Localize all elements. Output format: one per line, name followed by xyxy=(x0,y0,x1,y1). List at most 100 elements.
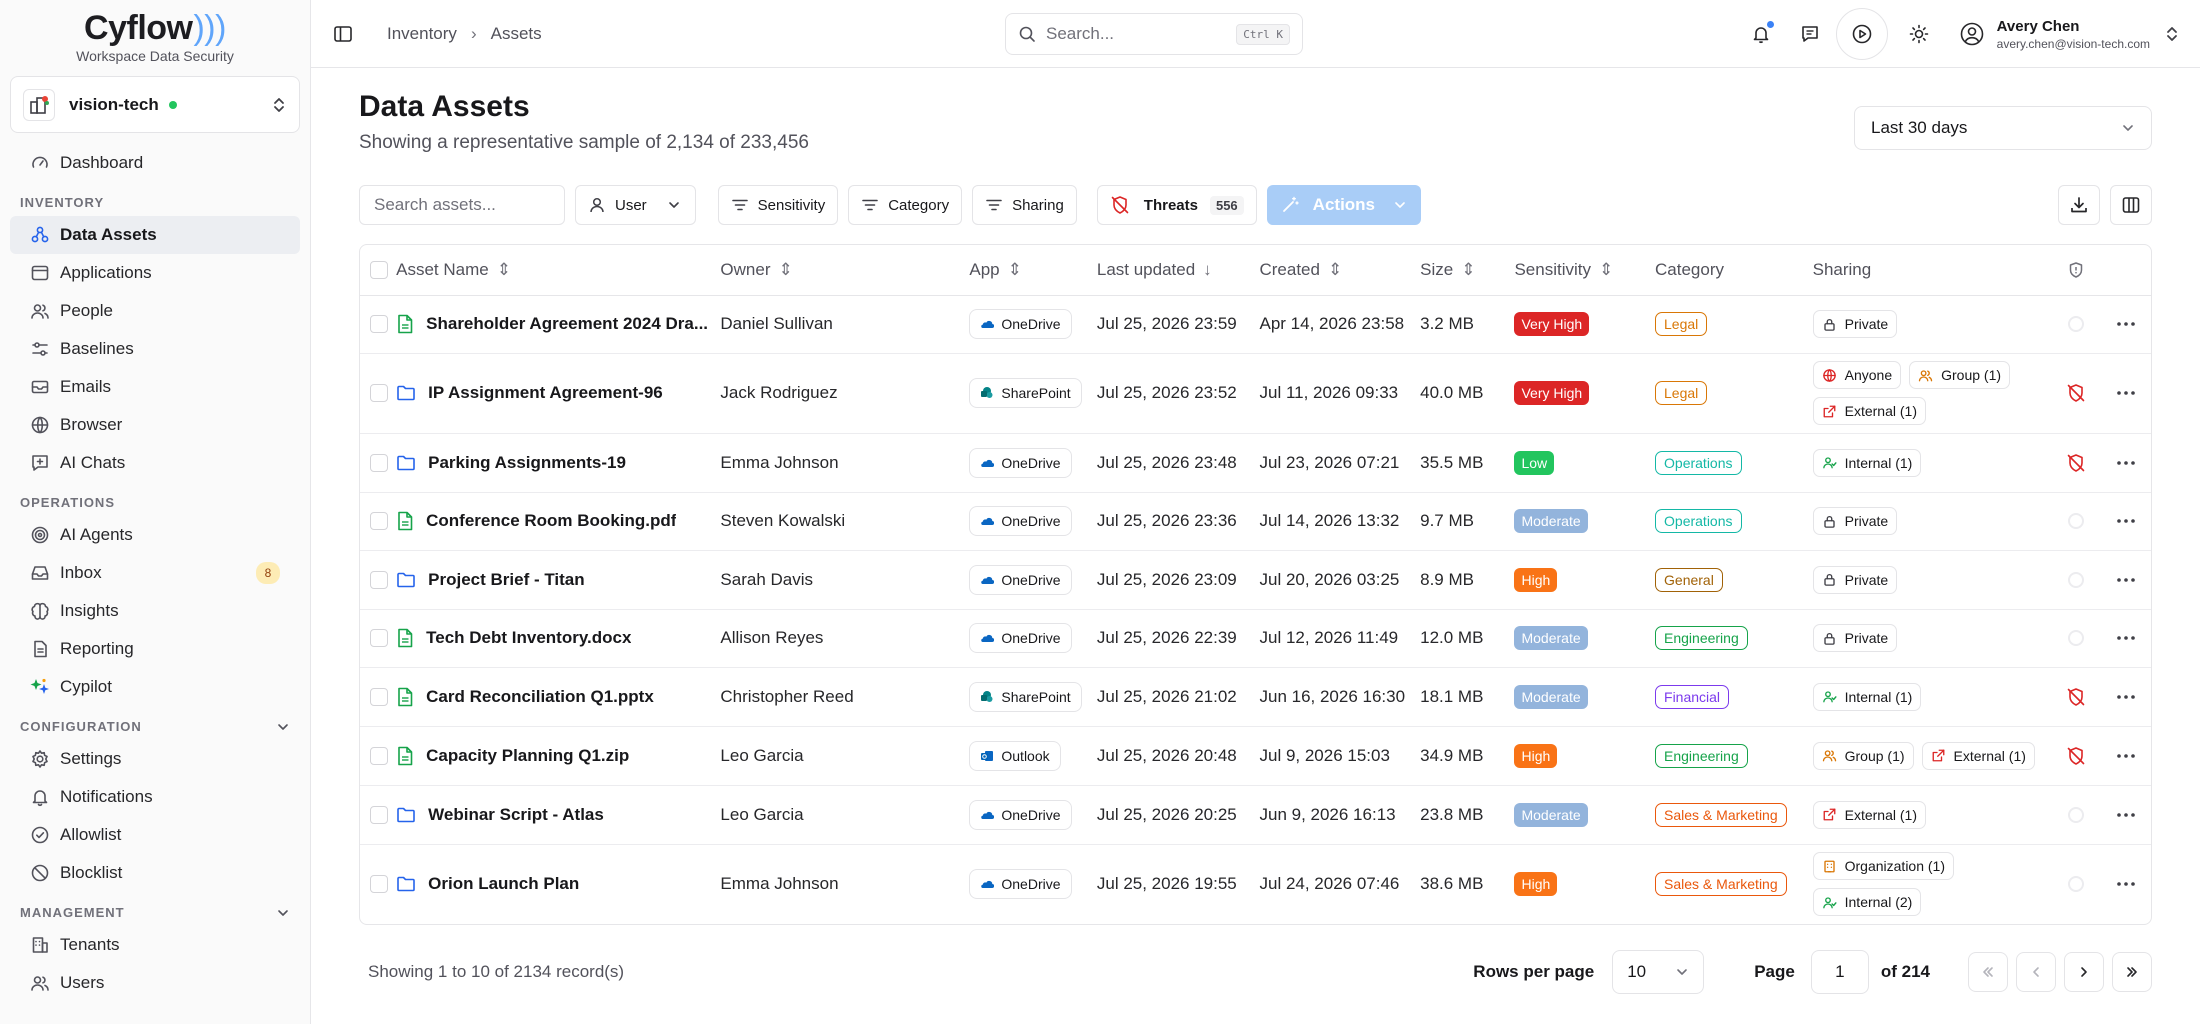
sidebar-section-configuration[interactable]: CONFIGURATION xyxy=(0,706,310,740)
table-row[interactable]: IP Assignment Agreement-96 Jack Rodrigue… xyxy=(360,353,2151,434)
column-owner[interactable]: Owner ⇕ xyxy=(720,245,970,296)
asset-name[interactable]: Project Brief - Titan xyxy=(396,570,720,590)
sharing-filter-button[interactable]: Sharing xyxy=(972,185,1077,225)
file-icon xyxy=(396,746,414,766)
more-actions-icon[interactable] xyxy=(2101,577,2151,583)
table-row[interactable]: Orion Launch Plan Emma Johnson OneDrive … xyxy=(360,844,2151,924)
column-created[interactable]: Created ⇕ xyxy=(1259,245,1421,296)
sidebar-item-tenants[interactable]: Tenants xyxy=(10,926,300,964)
breadcrumb-inventory[interactable]: Inventory xyxy=(387,24,457,44)
bell-icon[interactable] xyxy=(1743,16,1779,52)
more-actions-icon[interactable] xyxy=(2101,390,2151,396)
tenant-switcher[interactable]: vision-tech xyxy=(10,76,300,133)
asset-name[interactable]: Capacity Planning Q1.zip xyxy=(396,746,720,766)
table-row[interactable]: Capacity Planning Q1.zip Leo Garcia Outl… xyxy=(360,726,2151,786)
sidebar-item-insights[interactable]: Insights xyxy=(10,592,300,630)
table-row[interactable]: Parking Assignments-19 Emma Johnson OneD… xyxy=(360,433,2151,493)
sun-icon[interactable] xyxy=(1901,16,1937,52)
more-actions-icon[interactable] xyxy=(2101,812,2151,818)
download-icon[interactable] xyxy=(2058,185,2100,225)
asset-name[interactable]: Tech Debt Inventory.docx xyxy=(396,628,720,648)
row-checkbox[interactable] xyxy=(370,315,388,333)
asset-name[interactable]: Shareholder Agreement 2024 Dra... xyxy=(396,314,720,334)
row-checkbox[interactable] xyxy=(370,746,388,765)
actions-button[interactable]: Actions xyxy=(1266,185,1421,225)
row-checkbox[interactable] xyxy=(370,570,388,589)
asset-name[interactable]: Webinar Script - Atlas xyxy=(396,805,720,825)
sidebar-item-inbox[interactable]: Inbox 8 xyxy=(10,554,300,592)
row-checkbox[interactable] xyxy=(370,687,388,706)
row-checkbox[interactable] xyxy=(370,384,388,402)
threats-filter-button[interactable]: Threats 556 xyxy=(1096,185,1257,225)
sidebar-item-data-assets[interactable]: Data Assets xyxy=(10,216,300,254)
shield-off-icon[interactable] xyxy=(2051,383,2101,403)
page-number-input[interactable]: 1 xyxy=(1810,950,1869,994)
row-checkbox[interactable] xyxy=(370,512,388,530)
asset-name[interactable]: Parking Assignments-19 xyxy=(396,453,720,473)
sidebar-section-management[interactable]: MANAGEMENT xyxy=(0,892,310,926)
column-size[interactable]: Size ⇕ xyxy=(1420,245,1515,296)
sidebar-item-people[interactable]: People xyxy=(10,292,300,330)
column-last-updated[interactable]: Last updated ↓ xyxy=(1096,245,1260,296)
asset-search-input[interactable]: Search assets... xyxy=(359,185,565,225)
more-actions-icon[interactable] xyxy=(2101,635,2151,641)
asset-name[interactable]: Card Reconciliation Q1.pptx xyxy=(396,687,720,707)
next-page-icon[interactable] xyxy=(2064,952,2104,992)
global-search-input[interactable]: Search... Ctrl K xyxy=(1005,13,1303,55)
shield-off-icon[interactable] xyxy=(2051,453,2101,473)
asset-name[interactable]: Orion Launch Plan xyxy=(396,874,720,894)
table-row[interactable]: Card Reconciliation Q1.pptx Christopher … xyxy=(360,667,2151,727)
more-actions-icon[interactable] xyxy=(2101,518,2151,524)
messages-icon[interactable] xyxy=(1792,16,1828,52)
play-circle-icon[interactable] xyxy=(1835,8,1888,60)
user-menu[interactable]: Avery Chen avery.chen@vision-tech.com xyxy=(1959,18,2180,51)
more-actions-icon[interactable] xyxy=(2101,753,2151,759)
row-checkbox[interactable] xyxy=(370,805,388,824)
row-checkbox[interactable] xyxy=(370,453,388,472)
last-page-icon[interactable] xyxy=(2112,952,2152,992)
more-actions-icon[interactable] xyxy=(2101,321,2151,327)
row-checkbox[interactable] xyxy=(370,875,388,894)
user-filter-button[interactable]: User xyxy=(575,185,696,225)
category-filter-button[interactable]: Category xyxy=(848,185,963,225)
previous-page-icon[interactable] xyxy=(2016,952,2056,992)
more-actions-icon[interactable] xyxy=(2101,460,2151,466)
table-row[interactable]: Conference Room Booking.pdf Steven Kowal… xyxy=(360,492,2151,551)
table-row[interactable]: Webinar Script - Atlas Leo Garcia OneDri… xyxy=(360,785,2151,845)
sidebar-item-settings[interactable]: Settings xyxy=(10,740,300,778)
date-range-select[interactable]: Last 30 days xyxy=(1854,106,2152,150)
more-actions-icon[interactable] xyxy=(2101,694,2151,700)
row-checkbox[interactable] xyxy=(370,629,388,647)
column-sensitivity[interactable]: Sensitivity ⇕ xyxy=(1514,245,1656,296)
sidebar-item-dashboard[interactable]: Dashboard xyxy=(10,144,300,182)
select-all-checkbox[interactable] xyxy=(370,260,388,279)
column-app[interactable]: App ⇕ xyxy=(969,245,1097,296)
table-row[interactable]: Project Brief - Titan Sarah Davis OneDri… xyxy=(360,550,2151,610)
table-row[interactable]: Shareholder Agreement 2024 Dra... Daniel… xyxy=(360,295,2151,354)
sidebar-item-browser[interactable]: Browser xyxy=(10,406,300,444)
sidebar-toggle-icon[interactable] xyxy=(333,24,353,44)
brand-logo[interactable]: Cyflow ))) xyxy=(84,9,226,47)
sidebar-item-reporting[interactable]: Reporting xyxy=(10,630,300,668)
shield-off-icon[interactable] xyxy=(2051,746,2101,766)
column-asset-name[interactable]: Asset Name ⇕ xyxy=(396,245,721,296)
first-page-icon[interactable] xyxy=(1968,952,2008,992)
sidebar-item-emails[interactable]: Emails xyxy=(10,368,300,406)
shield-off-icon[interactable] xyxy=(2051,687,2101,707)
asset-name[interactable]: IP Assignment Agreement-96 xyxy=(396,383,720,403)
sensitivity-filter-button[interactable]: Sensitivity xyxy=(717,185,839,225)
sidebar-item-notifications[interactable]: Notifications xyxy=(10,778,300,816)
more-actions-icon[interactable] xyxy=(2101,881,2151,887)
sidebar-item-allowlist[interactable]: Allowlist xyxy=(10,816,300,854)
asset-name[interactable]: Conference Room Booking.pdf xyxy=(396,511,720,531)
sidebar-item-applications[interactable]: Applications xyxy=(10,254,300,292)
sidebar-item-baselines[interactable]: Baselines xyxy=(10,330,300,368)
columns-settings-icon[interactable] xyxy=(2110,185,2152,225)
sidebar-item-cypilot[interactable]: Cypilot xyxy=(10,668,300,706)
sidebar-item-blocklist[interactable]: Blocklist xyxy=(10,854,300,892)
sidebar-item-ai-chats[interactable]: AI Chats xyxy=(10,444,300,482)
rows-per-page-select[interactable]: 10 xyxy=(1612,950,1705,994)
table-row[interactable]: Tech Debt Inventory.docx Allison Reyes O… xyxy=(360,609,2151,668)
sidebar-item-users[interactable]: Users xyxy=(10,964,300,1002)
sidebar-item-ai-agents[interactable]: AI Agents xyxy=(10,516,300,554)
